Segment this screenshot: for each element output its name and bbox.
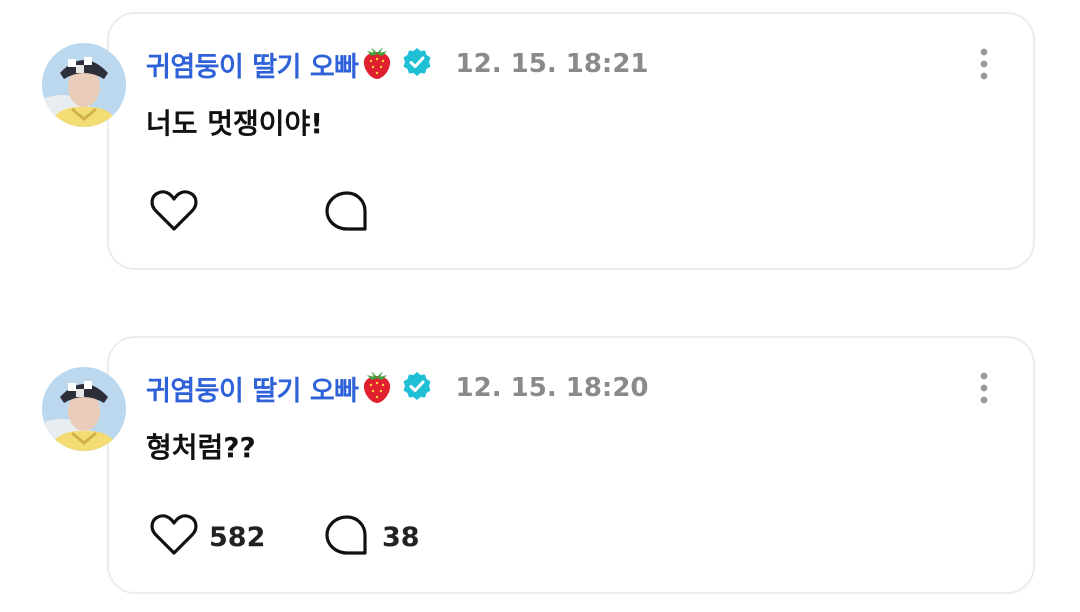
author-name[interactable]: 귀염둥이 딸기 오빠: [146, 45, 359, 84]
author-name[interactable]: 귀염둥이 딸기 오빠: [146, 369, 359, 408]
verified-icon: [394, 47, 432, 81]
heart-icon: [149, 511, 199, 563]
post-header: 귀염둥이 딸기 오빠 12. 15. 18:20: [146, 368, 649, 408]
avatar[interactable]: [42, 367, 126, 451]
comment-bubble-icon: [322, 187, 372, 239]
comment-count: 38: [382, 521, 420, 553]
comment-button[interactable]: [322, 189, 382, 237]
heart-icon: [149, 187, 199, 239]
comment-button[interactable]: 38: [322, 513, 420, 561]
comment-bubble-icon: [322, 511, 372, 563]
timestamp: 12. 15. 18:20: [455, 373, 649, 403]
avatar[interactable]: [42, 43, 126, 127]
post-text: 너도 멋쟁이야!: [146, 107, 324, 140]
verified-icon: [394, 371, 432, 405]
post-text: 형처럼??: [146, 431, 256, 464]
strawberry-icon: [359, 44, 394, 84]
strawberry-icon: [359, 368, 394, 408]
post-header: 귀염둥이 딸기 오빠 12. 15. 18:21: [146, 44, 649, 84]
like-count: 582: [209, 521, 266, 553]
like-button[interactable]: [149, 189, 209, 237]
like-button[interactable]: 582: [149, 513, 265, 561]
more-vertical-icon[interactable]: [970, 368, 998, 408]
more-vertical-icon[interactable]: [970, 44, 998, 84]
timestamp: 12. 15. 18:21: [455, 49, 649, 79]
